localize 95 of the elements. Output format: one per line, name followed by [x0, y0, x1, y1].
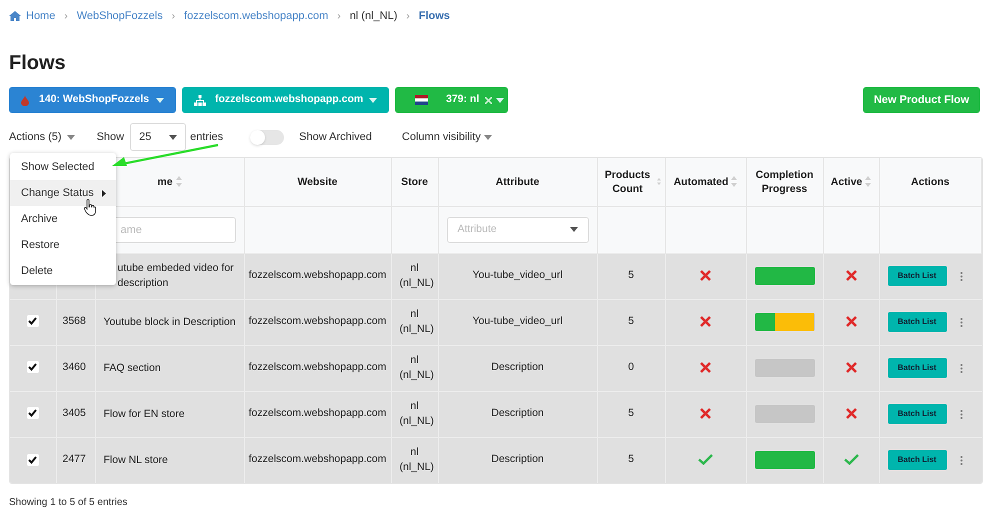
column-header: Website [297, 174, 338, 189]
page-size-select[interactable]: 25 [130, 123, 186, 151]
entries-label: entries [190, 130, 224, 145]
count-cell: 0 [628, 361, 634, 374]
name-cell: Youtube block in Description [104, 316, 236, 328]
menu-item[interactable]: Delete [10, 258, 116, 284]
row-checkbox[interactable] [26, 361, 39, 374]
sitemap-icon [194, 94, 206, 106]
store-cell: nl (nl_NL) [400, 308, 434, 335]
store-cell: nl (nl_NL) [400, 262, 434, 289]
caret-icon [169, 134, 178, 140]
drop-icon [21, 94, 29, 106]
flag-icon [415, 95, 428, 105]
archived-toggle[interactable] [250, 130, 284, 144]
check-icon [28, 317, 38, 326]
count-cell: 5 [628, 453, 634, 466]
column-header: Products Count [604, 168, 652, 196]
row-checkbox[interactable] [26, 315, 39, 328]
entries-info: Showing 1 to 5 of 5 entries [9, 496, 128, 510]
column-header: Automated [674, 174, 728, 189]
name-cell: Flow for EN store [104, 408, 185, 420]
batch-list-button[interactable]: Batch List [888, 404, 946, 424]
batch-list-button[interactable]: Batch List [888, 358, 946, 378]
store-cell: nl (nl_NL) [400, 400, 434, 427]
sort-icon [656, 176, 660, 188]
separator-icon: › [337, 8, 341, 24]
attribute-cell: Description [491, 361, 544, 374]
menu-item[interactable]: Change Status [10, 180, 116, 206]
hand-cursor-icon [84, 199, 96, 216]
row-checkbox[interactable] [26, 407, 39, 420]
sort-icon [865, 176, 872, 188]
id-cell: 3568 [62, 315, 86, 328]
home-icon [9, 11, 21, 21]
separator-icon: › [172, 8, 176, 24]
more-icon [960, 456, 962, 465]
column-visibility-dropdown[interactable]: Column visibility [402, 128, 492, 146]
count-cell: 5 [628, 269, 634, 282]
store-cell: nl (nl_NL) [400, 446, 434, 474]
caret-icon [570, 227, 578, 232]
store-select[interactable]: 140: WebShopFozzels [9, 87, 176, 113]
column-header: Active [830, 174, 862, 189]
attribute-cell: You-tube_video_url [472, 315, 563, 328]
id-cell: 3460 [62, 361, 86, 374]
column-header: Actions [910, 174, 950, 189]
caret-icon [369, 98, 378, 102]
clear-icon [485, 96, 492, 104]
attribute-cell: You-tube_video_url [472, 269, 563, 282]
check-icon [28, 456, 38, 464]
check-icon [28, 363, 38, 372]
caret-icon [484, 134, 492, 140]
website-cell: fozzelscom.webshopapp.com [248, 361, 386, 374]
batch-list-button[interactable]: Batch List [888, 266, 946, 286]
batch-list-button[interactable]: Batch List [888, 450, 946, 470]
breadcrumb-item: nl (nl_NL) [350, 8, 398, 24]
check-icon [28, 409, 38, 418]
sort-icon [176, 176, 182, 188]
count-cell: 5 [628, 315, 634, 328]
caret-icon [66, 134, 75, 140]
store-cell: nl (nl_NL) [400, 354, 434, 381]
column-header: Attribute [496, 174, 540, 189]
show-label: Show [96, 130, 124, 145]
website-cell: fozzelscom.webshopapp.com [248, 315, 386, 328]
more-icon [960, 272, 962, 280]
id-cell: 3405 [62, 407, 86, 420]
breadcrumb-link[interactable]: fozzelscom.webshopapp.com [184, 8, 328, 24]
attribute-cell: Description [491, 407, 544, 420]
page-title: Flows [9, 51, 67, 75]
more-icon [960, 318, 962, 326]
name-cell: Flow NL store [104, 454, 168, 466]
caret-icon [156, 98, 164, 102]
website-cell: fozzelscom.webshopapp.com [248, 269, 386, 282]
website-cell: fozzelscom.webshopapp.com [248, 453, 386, 466]
home-link[interactable]: Home [9, 8, 56, 24]
menu-item[interactable]: Show Selected [10, 154, 116, 180]
row-checkbox[interactable] [26, 454, 39, 466]
separator-icon: › [64, 8, 68, 24]
sort-icon [731, 176, 738, 188]
more-icon [960, 410, 962, 418]
breadcrumb-current: Flows [418, 8, 450, 24]
count-cell: 5 [628, 407, 634, 420]
column-header: Store [401, 174, 428, 189]
id-cell: 2477 [62, 453, 86, 466]
more-icon [960, 364, 962, 372]
name-cell: utube embeded video for description [118, 262, 234, 289]
batch-list-button[interactable]: Batch List [888, 312, 946, 332]
attribute-cell: Description [491, 453, 544, 466]
caret-icon [496, 98, 504, 102]
separator-icon: › [406, 8, 410, 24]
column-header: Completion Progress [754, 168, 814, 196]
column-header: me [157, 174, 173, 189]
breadcrumb-link[interactable]: WebShopFozzels [76, 8, 163, 24]
name-cell: FAQ section [104, 362, 161, 374]
website-cell: fozzelscom.webshopapp.com [248, 407, 386, 420]
toggle-label: Show Archived [299, 130, 372, 145]
actions-dropdown[interactable]: Actions (5) [9, 128, 75, 146]
